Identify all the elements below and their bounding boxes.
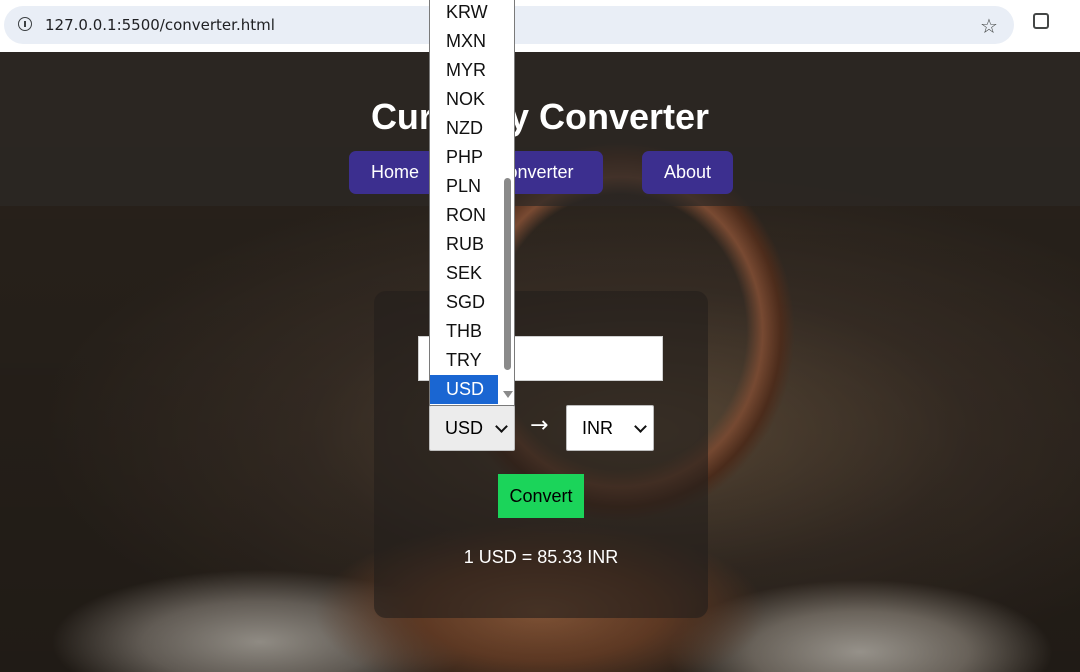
dropdown-option[interactable]: PLN (430, 172, 498, 201)
dropdown-option-selected[interactable]: USD (430, 375, 498, 404)
dropdown-option[interactable]: PHP (430, 143, 498, 172)
browser-toolbar: 127.0.0.1:5500/converter.html ☆ (0, 0, 1080, 53)
scrollbar-thumb[interactable] (504, 178, 511, 370)
nav-about-button[interactable]: About (642, 151, 733, 194)
dropdown-option[interactable]: KRW (430, 0, 498, 27)
chevron-down-icon (634, 420, 647, 433)
dropdown-option[interactable]: RON (430, 201, 498, 230)
dropdown-option[interactable]: MYR (430, 56, 498, 85)
to-currency-value: INR (582, 417, 613, 438)
page-title: Currency Converter (370, 96, 710, 137)
to-currency-select[interactable]: INR (566, 405, 654, 451)
currency-dropdown-list[interactable]: KRW MXN MYR NOK NZD PHP PLN RON RUB SEK … (429, 0, 515, 406)
site-info-icon[interactable] (18, 17, 32, 31)
page-background: Currency Converter Home Converter About … (0, 52, 1080, 672)
url-text[interactable]: 127.0.0.1:5500/converter.html (45, 16, 275, 34)
converter-card: USD → INR Convert 1 USD = 85.33 INR (374, 291, 708, 618)
arrow-icon: → (530, 413, 549, 438)
convert-button[interactable]: Convert (498, 474, 584, 518)
dropdown-scrollbar[interactable] (502, 0, 513, 404)
dropdown-option[interactable]: SGD (430, 288, 498, 317)
bookmark-star-icon[interactable]: ☆ (980, 14, 998, 38)
extensions-icon[interactable] (1033, 13, 1049, 29)
dropdown-option[interactable]: THB (430, 317, 498, 346)
dropdown-option[interactable]: RUB (430, 230, 498, 259)
conversion-result: 1 USD = 85.33 INR (463, 547, 619, 567)
header-banner: Currency Converter Home Converter About (0, 52, 1080, 206)
scroll-down-arrow-icon[interactable] (503, 391, 513, 398)
chevron-down-icon (495, 420, 508, 433)
dropdown-option[interactable]: NZD (430, 114, 498, 143)
dropdown-option[interactable]: SEK (430, 259, 498, 288)
from-currency-select[interactable]: USD (429, 405, 515, 451)
dropdown-option[interactable]: TRY (430, 346, 498, 375)
dropdown-option[interactable]: MXN (430, 27, 498, 56)
from-currency-value: USD (445, 417, 484, 438)
dropdown-option[interactable]: NOK (430, 85, 498, 114)
nav-home-button[interactable]: Home (349, 151, 441, 194)
